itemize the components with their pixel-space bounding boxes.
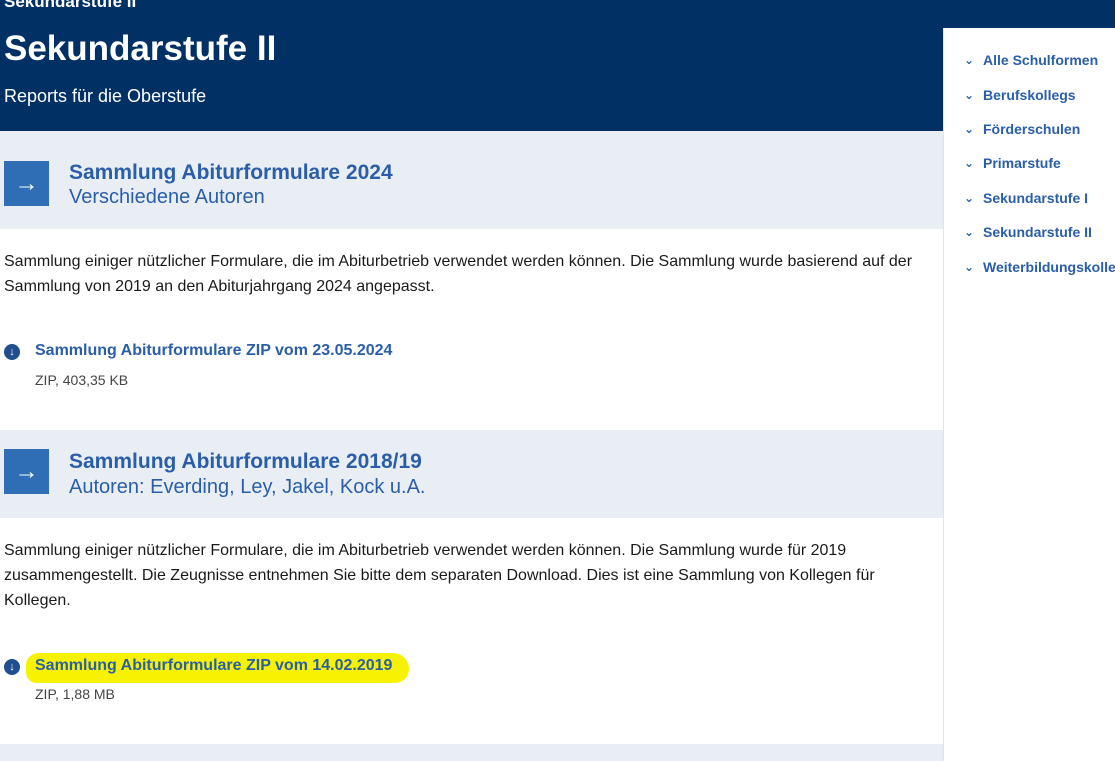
chevron-down-icon: ⌄ <box>964 260 975 274</box>
card-title[interactable]: Sammlung Abiturformulare 2018/19 <box>69 450 422 474</box>
chevron-down-icon: ⌄ <box>964 156 975 170</box>
header-extension <box>943 0 1115 28</box>
arrow-right-icon[interactable]: → <box>4 449 49 494</box>
sidebar-item-sekundarstufe-1[interactable]: ⌄ Sekundarstufe I <box>964 188 1088 208</box>
card-author: Autoren: Everding, Ley, Jakel, Kock u.A. <box>69 476 426 498</box>
sidebar-item-primarstufe[interactable]: ⌄ Primarstufe <box>964 153 1061 173</box>
chevron-down-icon: ⌄ <box>964 53 975 67</box>
sidebar-item-label: Alle Schulformen <box>983 52 1099 68</box>
breadcrumb[interactable]: Sekundarstufe II <box>4 0 136 12</box>
download-item[interactable]: ↓ <box>4 344 20 360</box>
chevron-down-icon: ⌄ <box>964 225 975 239</box>
sidebar-item-label: Sekundarstufe I <box>983 190 1089 206</box>
download-icon: ↓ <box>4 659 20 675</box>
page-subtitle: Reports für die Oberstufe <box>4 86 207 106</box>
next-card-header <box>0 744 943 761</box>
chevron-down-icon: ⌄ <box>964 122 975 136</box>
file-meta: ZIP, 403,35 KB <box>35 372 129 388</box>
sidebar-item-label: Weiterbildungskolle <box>983 259 1115 275</box>
sidebar-item-berufskollegs[interactable]: ⌄ Berufskollegs <box>964 85 1076 105</box>
sidebar-item-label: Sekundarstufe II <box>983 224 1092 240</box>
card-title[interactable]: Sammlung Abiturformulare 2024 <box>69 161 393 185</box>
sidebar: ⌄ Alle Schulformen ⌄ Berufskollegs ⌄ För… <box>943 28 1115 761</box>
page-title: Sekundarstufe II <box>4 29 277 68</box>
download-item[interactable]: ↓ <box>4 659 20 675</box>
download-icon: ↓ <box>4 344 20 360</box>
file-meta: ZIP, 1,88 MB <box>35 686 115 702</box>
card-description: Sammlung einiger nützlicher Formulare, d… <box>4 253 913 295</box>
sidebar-item-weiterbildungskollegs[interactable]: ⌄ Weiterbildungskolle <box>964 257 1115 277</box>
sidebar-item-label: Primarstufe <box>983 155 1061 171</box>
sidebar-item-label: Förderschulen <box>983 121 1081 137</box>
card-description: Sammlung einiger nützlicher Formulare, d… <box>4 542 875 609</box>
chevron-down-icon: ⌄ <box>964 88 975 102</box>
card-header: → Sammlung Abiturformulare 2024 Verschie… <box>0 131 943 229</box>
sidebar-item-label: Berufskollegs <box>983 87 1076 103</box>
sidebar-item-alle-schulformen[interactable]: ⌄ Alle Schulformen <box>964 50 1098 70</box>
sidebar-item-foerderschulen[interactable]: ⌄ Förderschulen <box>964 119 1080 139</box>
sidebar-item-sekundarstufe-2[interactable]: ⌄ Sekundarstufe II <box>964 222 1092 242</box>
download-link[interactable]: Sammlung Abiturformulare ZIP vom 23.05.2… <box>35 342 392 360</box>
card-author: Verschiedene Autoren <box>69 186 265 208</box>
card-header: → Sammlung Abiturformulare 2018/19 Autor… <box>0 430 943 518</box>
chevron-down-icon: ⌄ <box>964 191 975 205</box>
arrow-right-icon[interactable]: → <box>4 161 49 206</box>
page-header: Sekundarstufe II Sekundarstufe II Report… <box>0 0 943 131</box>
download-link[interactable]: Sammlung Abiturformulare ZIP vom 14.02.2… <box>35 657 392 675</box>
